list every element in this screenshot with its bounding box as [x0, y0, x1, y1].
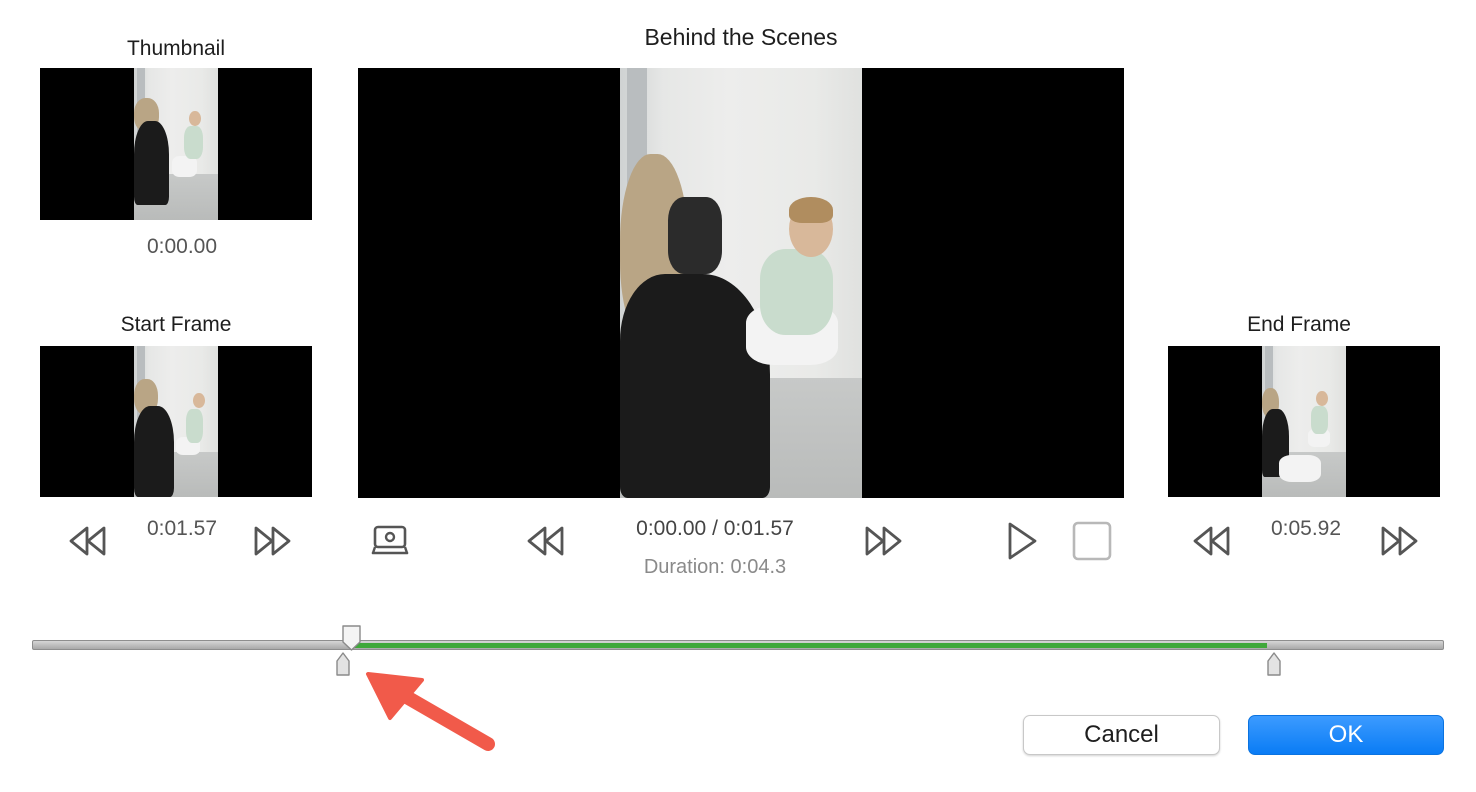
end-frame [1168, 346, 1440, 497]
start-frame-image [134, 346, 218, 497]
trim-selected-range [351, 643, 1268, 648]
video-preview [358, 68, 1124, 498]
end-frame-label: End Frame [1247, 313, 1351, 336]
thumbnail-frame [40, 68, 312, 220]
play-button[interactable] [998, 518, 1044, 564]
end-frame-image [1262, 346, 1346, 497]
trim-start-handle[interactable] [335, 651, 351, 677]
preview-duration: Duration: 0:04.3 [643, 556, 787, 578]
cancel-button[interactable]: Cancel [1023, 715, 1220, 755]
start-frame [40, 346, 312, 497]
end-frame-time: 0:05.92 [1270, 517, 1342, 540]
stop-button[interactable] [1068, 518, 1116, 564]
start-frame-time: 0:01.57 [146, 517, 218, 540]
rewind-icon [527, 526, 564, 556]
fast-forward-icon [865, 526, 902, 556]
ok-button[interactable]: OK [1248, 715, 1444, 755]
rewind-icon [69, 526, 106, 556]
preview-rewind-button[interactable] [524, 522, 568, 560]
thumbnail-label: Thumbnail [126, 37, 226, 60]
set-thumbnail-icon [371, 525, 409, 555]
preview-position: 0:00.00 / 0:01.57 [636, 517, 794, 540]
end-rewind-button[interactable] [1190, 522, 1234, 560]
start-frame-label: Start Frame [120, 313, 232, 336]
rewind-icon [1193, 526, 1230, 556]
fast-forward-icon [1381, 526, 1418, 556]
start-rewind-button[interactable] [66, 522, 110, 560]
start-forward-button[interactable] [250, 522, 294, 560]
trim-end-handle[interactable] [1266, 651, 1282, 677]
preview-image [620, 68, 862, 498]
thumbnail-image [134, 68, 218, 220]
playhead-handle[interactable] [341, 624, 362, 652]
preview-forward-button[interactable] [861, 522, 905, 560]
stop-icon [1072, 521, 1112, 561]
dialog-title: Behind the Scenes [644, 24, 838, 50]
thumbnail-time: 0:00.00 [146, 235, 218, 258]
set-thumbnail-button[interactable] [366, 520, 414, 560]
play-icon [1008, 522, 1037, 560]
fast-forward-icon [254, 526, 291, 556]
annotation-arrow [366, 672, 495, 751]
end-forward-button[interactable] [1377, 522, 1421, 560]
